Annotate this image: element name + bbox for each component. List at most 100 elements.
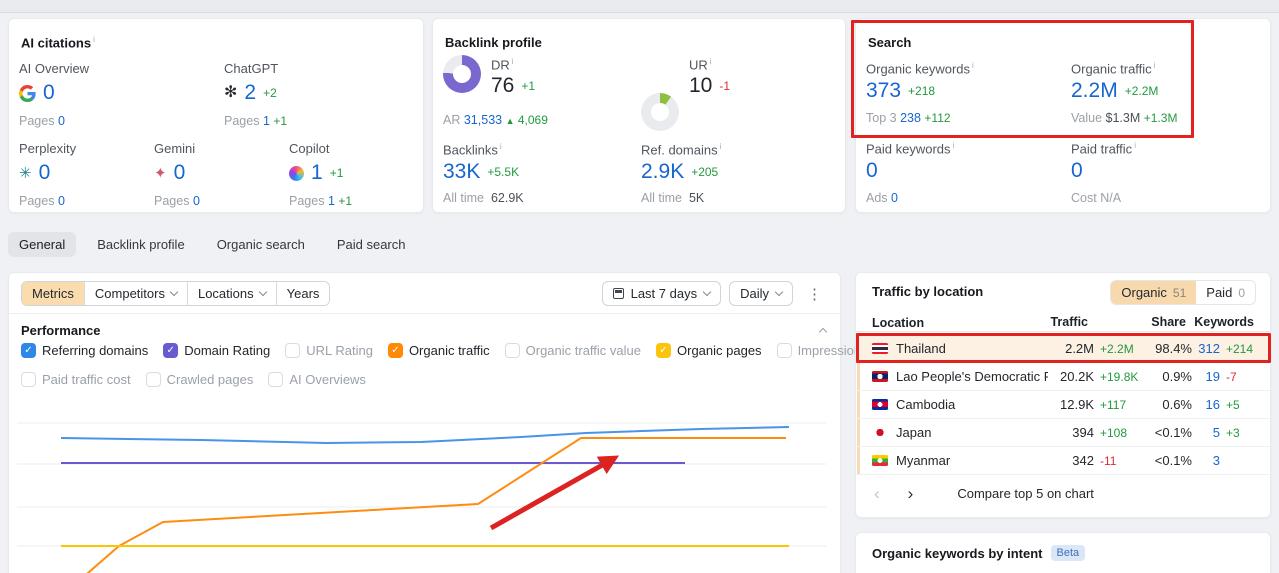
gemini-value[interactable]: 0 (174, 161, 186, 185)
segment-metrics[interactable]: Metrics (22, 282, 85, 305)
organic-keywords-value[interactable]: 373 (866, 79, 901, 103)
tab-general[interactable]: General (8, 232, 77, 257)
ar-value[interactable]: 31,533 (464, 113, 502, 127)
ai-citations-title: AI citations i (21, 35, 95, 51)
keywords-value[interactable]: 5 (1192, 425, 1220, 440)
pages-count[interactable]: 1 (328, 194, 335, 208)
checkbox-unchecked-icon[interactable] (145, 372, 161, 387)
chart-mode-segmented-control: Metrics Competitors Locations Years (21, 281, 331, 306)
toggle-paid[interactable]: Paid 0 (1196, 281, 1255, 304)
copilot-value[interactable]: 1 (311, 161, 323, 185)
performance-title: Performance (21, 323, 101, 338)
keywords-value[interactable]: 3 (1192, 453, 1220, 468)
location-name: Japan (896, 425, 932, 440)
pages-count[interactable]: 0 (58, 114, 65, 128)
mm-flag-icon (872, 455, 888, 466)
paid-traffic-value[interactable]: 0 (1071, 159, 1083, 183)
toggle-organic[interactable]: Organic 51 (1111, 281, 1197, 304)
metric-checkbox-row-1: ✓ Referring domains ✓ Domain Rating URL Rati… (21, 343, 965, 358)
column-location: Location (872, 316, 925, 330)
metric-checkbox-paid-traffic-cost[interactable]: Paid traffic cost (21, 372, 131, 387)
ahrefs-rank-row: AR 31,533 ▲ 4,069 (443, 113, 548, 127)
metric-checkbox-url-rating[interactable]: URL Rating (285, 343, 373, 358)
location-name: Lao People's Democratic Reput (896, 369, 1048, 384)
tab-paid-search[interactable]: Paid search (326, 232, 417, 257)
organic-traffic-value[interactable]: 2.2M (1071, 79, 1118, 103)
checkbox-checked-icon[interactable]: ✓ (21, 343, 36, 358)
keywords-value[interactable]: 16 (1192, 397, 1220, 412)
metric-checkbox-ai-overviews[interactable]: AI Overviews (268, 372, 366, 387)
segment-locations[interactable]: Locations (187, 282, 277, 305)
location-name: Thailand (896, 341, 946, 356)
pages-count[interactable]: 0 (58, 194, 65, 208)
checkbox-checked-icon[interactable]: ✓ (387, 343, 403, 358)
segment-competitors[interactable]: Competitors (84, 282, 188, 305)
keywords-value[interactable]: 312 (1192, 341, 1220, 356)
toolbar-divider (9, 313, 840, 314)
table-header: Location Traffic Share Keywords (856, 315, 1270, 331)
table-row-lao-people-s-democratic-reput[interactable]: Lao People's Democratic Reput 20.2K +19.8K… (856, 363, 1270, 391)
section-tabs: General Backlink profile Organic search … (8, 232, 417, 257)
google-icon (19, 84, 36, 102)
checkbox-unchecked-icon[interactable] (285, 343, 301, 358)
checkbox-unchecked-icon[interactable] (21, 372, 36, 387)
metric-checkbox-organic-traffic[interactable]: ✓ Organic traffic (387, 343, 490, 358)
share-value: 98.4% (1155, 341, 1192, 356)
metric-checkbox-organic-pages[interactable]: ✓ Organic pages (656, 343, 762, 358)
keywords-delta: +3 (1226, 425, 1240, 440)
info-icon: i (1134, 141, 1136, 150)
metric-checkbox-impressions[interactable]: Impressions (776, 343, 868, 358)
table-row-cambodia[interactable]: Cambodia 12.9K +117 0.6% 16 +5 (856, 391, 1270, 419)
annotation-arrow (489, 455, 620, 531)
checkbox-unchecked-icon[interactable] (504, 343, 520, 358)
th-flag-icon (872, 343, 888, 354)
metric-checkbox-organic-traffic-value[interactable]: Organic traffic value (504, 343, 641, 358)
top-header-strip (0, 0, 1279, 13)
chart-line-organic-traffic (86, 437, 786, 573)
paid-keywords-value[interactable]: 0 (866, 159, 878, 183)
table-row-thailand[interactable]: Thailand 2.2M +2.2M 98.4% 312 +214 (856, 335, 1270, 363)
backlinks-value[interactable]: 33K (443, 160, 480, 184)
perplexity-value[interactable]: 0 (39, 161, 51, 185)
segment-years[interactable]: Years (276, 282, 330, 305)
keywords-value[interactable]: 19 (1192, 369, 1220, 384)
collapse-chevron-icon[interactable] (818, 327, 828, 337)
ai-overview-value[interactable]: 0 (43, 81, 55, 105)
table-row-myanmar[interactable]: Myanmar 342 -11 <0.1% 3 (856, 447, 1270, 475)
location-name: Myanmar (896, 453, 951, 468)
copilot-icon (289, 165, 304, 181)
pages-count[interactable]: 1 (263, 114, 270, 128)
compare-top5-link[interactable]: Compare top 5 on chart (957, 486, 1094, 501)
traffic-value: 342 (1072, 453, 1094, 468)
granularity-button[interactable]: Daily (729, 281, 793, 306)
next-page-icon[interactable]: › (906, 485, 916, 502)
metric-checkbox-crawled-pages[interactable]: Crawled pages (145, 372, 253, 387)
checkbox-unchecked-icon[interactable] (268, 372, 284, 387)
metric-checkbox-referring-domains[interactable]: ✓ Referring domains (21, 343, 148, 358)
metric-checkbox-domain-rating[interactable]: ✓ Domain Rating (163, 343, 270, 358)
tab-backlink-profile[interactable]: Backlink profile (86, 232, 195, 257)
ref-domains-value[interactable]: 2.9K (641, 160, 684, 184)
pages-count[interactable]: 0 (193, 194, 200, 208)
chevron-down-icon (258, 287, 267, 297)
performance-card: Metrics Competitors Locations Years Last… (8, 272, 965, 573)
keywords-delta: -7 (1226, 369, 1237, 384)
info-icon: i (1153, 61, 1156, 70)
info-icon: i (93, 35, 95, 44)
checkbox-unchecked-icon[interactable] (776, 343, 792, 358)
table-row-japan[interactable]: Japan 394 +108 <0.1% 5 +3 (856, 419, 1270, 447)
chatgpt-value[interactable]: 2 (244, 81, 256, 105)
traffic-value: 394 (1072, 425, 1094, 440)
checkbox-checked-icon[interactable]: ✓ (656, 343, 671, 358)
tab-organic-search[interactable]: Organic search (206, 232, 316, 257)
dr-value: 76 (491, 74, 515, 97)
traffic-by-location-title: Traffic by location (872, 284, 984, 299)
location-name: Cambodia (896, 397, 956, 412)
date-range-button[interactable]: Last 7 days (601, 281, 722, 306)
kebab-menu-icon[interactable]: ⋮ (801, 283, 828, 305)
prev-page-icon[interactable]: ‹ (872, 485, 882, 502)
ads-count[interactable]: 0 (891, 191, 898, 205)
checkbox-checked-icon[interactable]: ✓ (163, 343, 179, 358)
top3-value[interactable]: 238 (900, 111, 921, 125)
traffic-value: 20.2K (1060, 369, 1094, 384)
